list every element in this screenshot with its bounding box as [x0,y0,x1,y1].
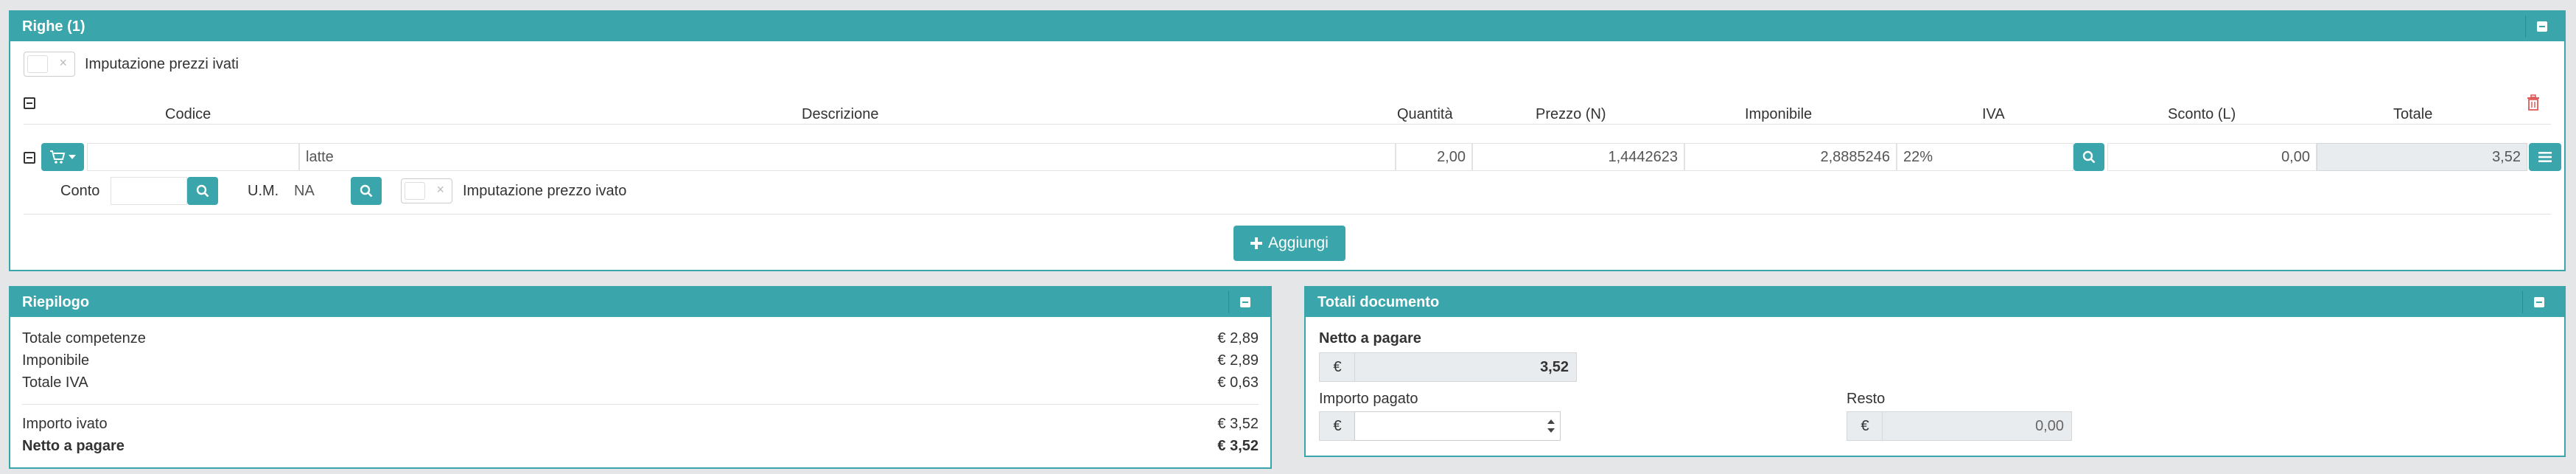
minus-square-icon [1240,297,1250,307]
header-quantita: Quantità [1397,106,1453,122]
resto-field: 0,00 [1882,411,2072,441]
summary-row: Totale IVA € 0,63 [22,374,1259,395]
resto-currency-addon: € [1847,411,1883,441]
sconto-input[interactable]: 0,00 [2107,143,2317,171]
minus-square-icon [2534,297,2544,307]
header-prezzo: Prezzo (N) [1536,106,1606,122]
prezzo-input[interactable]: 1,4442623 [1472,143,1684,171]
netto-row: Netto a pagare € 3,52 [22,438,1259,459]
toggle-knob [27,55,48,73]
righe-panel: Righe (1) × Imputazione prezzi ivati Cod… [9,10,2566,271]
totali-documento-panel: Totali documento Netto a pagare € 3,52 I… [1304,286,2566,457]
header-sconto: Sconto (L) [2168,106,2236,122]
quantita-input[interactable]: 2,00 [1396,143,1472,171]
summary-label: Imponibile [22,352,90,369]
totali-collapse-button[interactable] [2522,291,2555,313]
conto-search-button[interactable] [187,177,218,205]
righe-panel-header: Righe (1) [10,12,2564,41]
descrizione-input[interactable]: latte [299,143,1396,171]
toggle-knob [405,182,425,200]
righe-title: Righe (1) [22,18,85,35]
close-icon: × [59,55,67,70]
netto-currency-addon: € [1319,352,1356,382]
search-icon [2082,150,2096,164]
netto-a-pagare-field: 3,52 [1354,352,1577,382]
delete-all-button[interactable] [2526,94,2544,114]
imputazione-prezzi-ivati-label: Imputazione prezzi ivati [85,56,239,72]
um-input[interactable]: NA [287,177,351,205]
bars-icon [2538,152,2552,162]
summary-divider [22,404,1259,405]
summary-value: € 2,89 [1217,352,1259,369]
euro-symbol: € [1333,418,1342,434]
resto-label: Resto [1847,391,1886,407]
totali-title: Totali documento [1317,294,1440,310]
netto-a-pagare-label: Netto a pagare [1319,330,1421,346]
trash-icon [2527,94,2539,111]
totale-field: 3,52 [2317,143,2527,171]
row-collapse[interactable] [24,152,35,164]
header-totale: Totale [2393,106,2433,122]
euro-symbol: € [1861,418,1869,434]
importo-pagato-input[interactable] [1354,411,1561,441]
imputazione-prezzi-ivati-toggle[interactable]: × [24,52,75,77]
iva-input[interactable]: 22% [1897,143,2073,171]
importo-ivato-row: Importo ivato € 3,52 [22,416,1259,436]
search-icon [196,184,209,198]
article-cart-dropdown-button[interactable] [41,143,84,171]
totali-panel-header: Totali documento [1306,287,2564,317]
um-label: U.M. [248,183,279,199]
riepilogo-panel: Riepilogo Totale competenze € 2,89 Impon… [9,286,1272,469]
cart-icon [50,150,66,164]
um-search-button[interactable] [351,177,382,205]
spinner-arrows-icon[interactable] [1547,418,1555,434]
riepilogo-collapse-button[interactable] [1228,291,1261,313]
caret-down-icon [69,155,76,159]
minus-square-icon [24,97,35,109]
imponibile-input[interactable]: 2,8885246 [1684,143,1897,171]
importo-ivato-value: € 3,52 [1217,416,1259,432]
importo-ivato-label: Importo ivato [22,416,108,432]
netto-a-pagare-value: 3,52 [1540,359,1569,375]
netto-value: € 3,52 [1217,438,1259,454]
plus-icon [1250,237,1263,249]
aggiungi-label: Aggiungi [1268,234,1329,251]
row-menu-button[interactable] [2529,143,2561,171]
header-iva: IVA [1982,106,2005,122]
aggiungi-button[interactable]: Aggiungi [1233,226,1345,261]
summary-value: € 2,89 [1217,330,1259,346]
summary-row: Totale competenze € 2,89 [22,330,1259,351]
euro-symbol: € [1333,359,1342,375]
minus-square-icon [24,152,35,164]
righe-collapse-button[interactable] [2525,15,2558,38]
codice-input[interactable] [87,143,299,171]
summary-value: € 0,63 [1217,374,1259,391]
resto-value: 0,00 [2035,418,2064,434]
summary-row: Imponibile € 2,89 [22,352,1259,373]
close-icon: × [436,182,444,197]
imputazione-prezzo-ivato-label: Imputazione prezzo ivato [463,183,627,199]
imputazione-prezzo-ivato-toggle[interactable]: × [401,178,452,203]
header-codice: Codice [165,106,211,122]
header-descrizione: Descrizione [802,106,879,122]
netto-label: Netto a pagare [22,438,125,454]
summary-label: Totale competenze [22,330,146,346]
search-icon [360,184,373,198]
minus-square-icon [2537,21,2547,32]
header-divider [24,124,2551,125]
conto-label: Conto [60,183,100,199]
iva-search-button[interactable] [2073,143,2104,171]
summary-label: Totale IVA [22,374,88,391]
header-imponibile: Imponibile [1745,106,1813,122]
riepilogo-panel-header: Riepilogo [10,287,1270,317]
conto-input[interactable] [111,177,187,205]
importo-pagato-label: Importo pagato [1319,391,1418,407]
riepilogo-title: Riepilogo [22,294,90,310]
select-all-collapse[interactable] [24,97,35,109]
importo-pagato-currency-addon: € [1319,411,1356,441]
row-divider [24,214,2551,215]
